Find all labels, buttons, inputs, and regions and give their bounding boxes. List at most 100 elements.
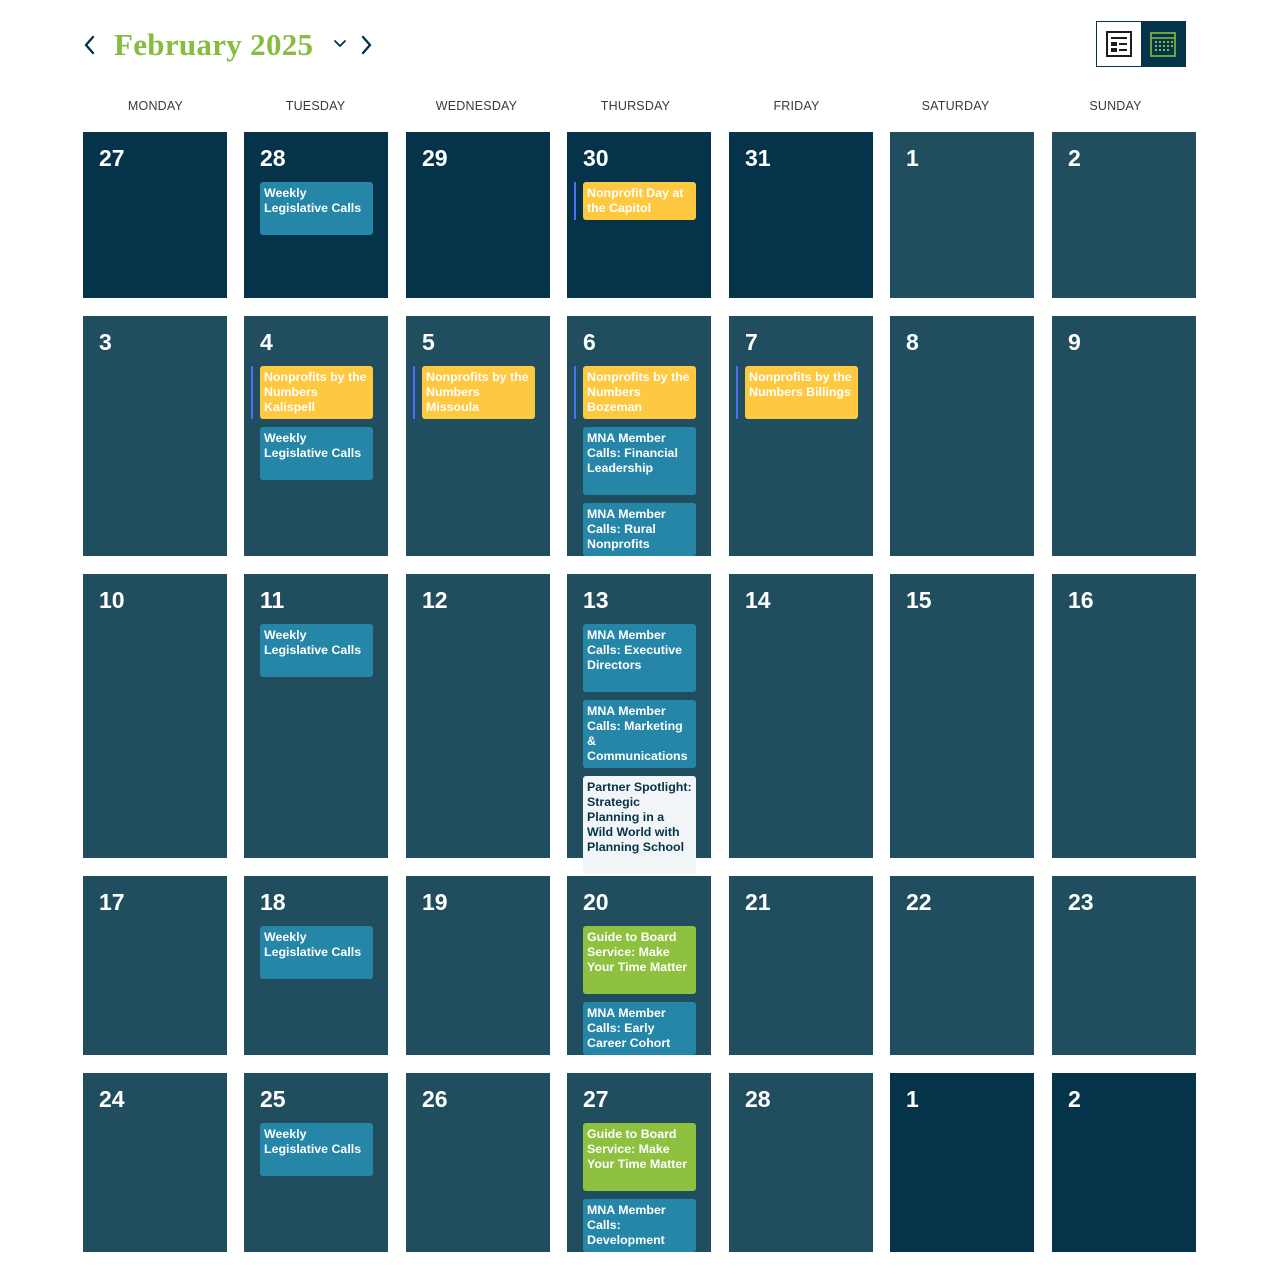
event-item[interactable]: Nonprofits by the Numbers Billings [736,366,858,419]
event-item[interactable]: Weekly Legislative Calls [260,624,373,677]
day-cell[interactable]: 17 [83,876,227,1055]
day-cell[interactable]: 10 [83,574,227,858]
chevron-left-icon [84,35,95,55]
day-cell[interactable]: 31 [729,132,873,298]
event-item[interactable]: MNA Member Calls: Financial Leadership [583,427,696,495]
multi-day-marker [736,366,738,419]
day-number: 19 [422,889,448,915]
day-cell[interactable]: 7 Nonprofits by the Numbers Billings [729,316,873,556]
day-cell[interactable]: 13 MNA Member Calls: Executive Directors M… [567,574,711,874]
day-number: 9 [1068,329,1081,355]
event-item[interactable]: Weekly Legislative Calls [260,926,373,979]
day-number: 6 [583,329,596,355]
day-cell[interactable]: 21 [729,876,873,1055]
event-item[interactable]: Weekly Legislative Calls [260,1123,373,1176]
day-number: 15 [906,587,932,613]
event-item[interactable]: MNA Member Calls: Marketing & Communicat… [583,700,696,768]
day-cell[interactable]: 6 Nonprofits by the Numbers Bozeman MNA Me… [567,316,711,556]
view-toggle [1096,21,1186,67]
event-item[interactable]: Weekly Legislative Calls [260,427,373,480]
day-cell[interactable]: 15 [890,574,1034,858]
day-number: 22 [906,889,932,915]
day-cell[interactable]: 2 [1052,1073,1196,1252]
weekday-label: THURSDAY [600,99,671,113]
day-cell[interactable]: 27 Guide to Board Service: Make Your Time… [567,1073,711,1252]
calendar-header: February 2025 [0,0,1280,90]
event-item[interactable]: MNA Member Calls: Executive Directors [583,624,696,692]
day-cell[interactable]: 1 [890,1073,1034,1252]
day-cell[interactable]: 25 Weekly Legislative Calls [244,1073,388,1252]
day-number: 23 [1068,889,1094,915]
day-number: 8 [906,329,919,355]
weekday-header-row: MONDAY TUESDAY WEDNESDAY THURSDAY FRIDAY… [83,96,1197,118]
weekday-label: TUESDAY [285,99,346,113]
day-cell[interactable]: 14 [729,574,873,858]
weekday-label: WEDNESDAY [435,99,518,113]
weekday-label: SUNDAY [1089,99,1142,113]
weekday-label: FRIDAY [773,99,820,113]
day-cell[interactable]: 20 Guide to Board Service: Make Your Time… [567,876,711,1055]
previous-month-button[interactable] [74,28,104,62]
day-number: 27 [583,1086,609,1112]
day-cell[interactable]: 24 [83,1073,227,1252]
chevron-down-icon[interactable] [332,36,348,52]
event-item[interactable]: Nonprofit Day at the Capitol [574,182,696,220]
day-cell[interactable]: 11 Weekly Legislative Calls [244,574,388,858]
day-number: 2 [1068,145,1081,171]
day-number: 7 [745,329,758,355]
multi-day-marker [574,366,576,419]
day-number: 24 [99,1086,125,1112]
day-number: 21 [745,889,771,915]
multi-day-marker [574,182,576,220]
event-item[interactable]: Weekly Legislative Calls [260,182,373,235]
event-item[interactable]: Nonprofits by the Numbers Kalispell [251,366,373,419]
day-number: 17 [99,889,125,915]
day-cell[interactable]: 3 [83,316,227,556]
day-number: 12 [422,587,448,613]
day-number: 30 [583,145,609,171]
day-cell[interactable]: 22 [890,876,1034,1055]
day-number: 27 [99,145,125,171]
list-view-button[interactable] [1097,22,1141,66]
event-item[interactable]: Guide to Board Service: Make Your Time M… [583,1123,696,1191]
event-item[interactable]: Nonprofits by the Numbers Missoula [413,366,535,419]
day-cell[interactable]: 9 [1052,316,1196,556]
day-cell[interactable]: 5 Nonprofits by the Numbers Missoula [406,316,550,556]
list-view-icon [1106,31,1132,57]
event-item[interactable]: MNA Member Calls: Development [583,1199,696,1252]
multi-day-marker [251,366,253,419]
day-cell[interactable]: 28 Weekly Legislative Calls [244,132,388,298]
event-item[interactable]: MNA Member Calls: Rural Nonprofits [583,503,696,556]
day-cell[interactable]: 30 Nonprofit Day at the Capitol [567,132,711,298]
day-cell[interactable]: 1 [890,132,1034,298]
day-cell[interactable]: 2 [1052,132,1196,298]
day-cell[interactable]: 29 [406,132,550,298]
event-item[interactable]: Guide to Board Service: Make Your Time M… [583,926,696,994]
event-item[interactable]: Nonprofits by the Numbers Bozeman [574,366,696,419]
day-cell[interactable]: 4 Nonprofits by the Numbers Kalispell Week… [244,316,388,556]
day-cell[interactable]: 26 [406,1073,550,1252]
day-cell[interactable]: 23 [1052,876,1196,1055]
weekday-label: SATURDAY [921,99,990,113]
day-cell[interactable]: 16 [1052,574,1196,858]
day-number: 28 [260,145,286,171]
day-cell[interactable]: 19 [406,876,550,1055]
day-number: 29 [422,145,448,171]
day-number: 25 [260,1086,286,1112]
month-title[interactable]: February 2025 [114,24,313,66]
event-item[interactable]: Partner Spotlight: Strategic Planning in… [583,776,696,874]
calendar-grid-icon [1150,32,1176,57]
day-number: 1 [906,145,919,171]
day-cell[interactable]: 18 Weekly Legislative Calls [244,876,388,1055]
next-month-button[interactable] [352,28,382,62]
day-number: 5 [422,329,435,355]
day-cell[interactable]: 12 [406,574,550,858]
day-number: 28 [745,1086,771,1112]
weekday-label: MONDAY [127,99,184,113]
day-cell[interactable]: 8 [890,316,1034,556]
month-view-button[interactable] [1141,22,1185,66]
event-item[interactable]: MNA Member Calls: Early Career Cohort [583,1002,696,1055]
day-cell[interactable]: 28 [729,1073,873,1252]
multi-day-marker [413,366,415,419]
day-cell[interactable]: 27 [83,132,227,298]
